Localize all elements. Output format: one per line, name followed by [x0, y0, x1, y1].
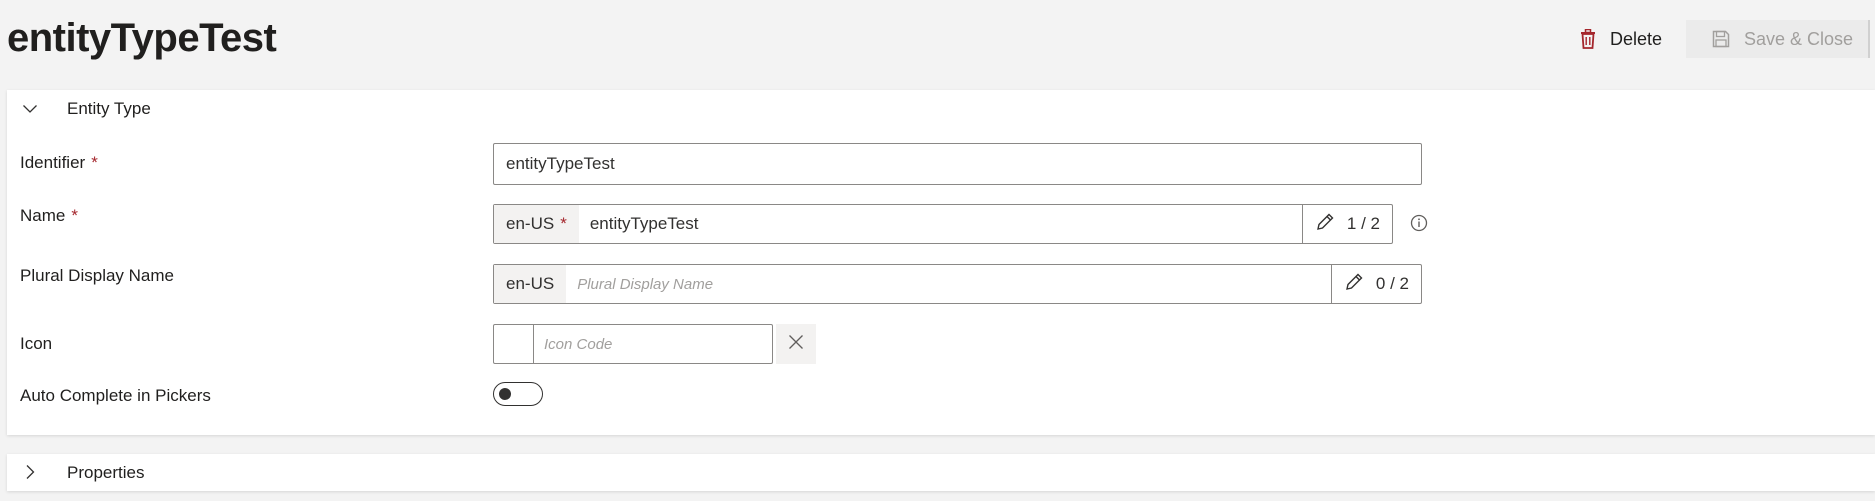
auto-complete-label-text: Auto Complete in Pickers [20, 386, 211, 405]
entity-type-card: Entity Type Identifier * entityTypeTest N… [7, 90, 1875, 435]
properties-section-title: Properties [67, 462, 145, 482]
icon-preview-swatch[interactable] [494, 325, 534, 363]
close-icon [788, 334, 804, 355]
icon-label: Icon [20, 334, 52, 354]
required-mark: * [71, 206, 78, 225]
name-translations-button[interactable]: 1 / 2 [1301, 205, 1392, 243]
plural-display-name-label: Plural Display Name [20, 266, 174, 286]
entity-type-section-header[interactable]: Entity Type [7, 90, 1875, 128]
identifier-label: Identifier * [20, 153, 98, 173]
name-translation-count: 1 / 2 [1346, 214, 1380, 233]
delete-button[interactable]: Delete [1580, 24, 1662, 54]
page-root: entityTypeTest Delete Save & Close Entit… [0, 0, 1875, 501]
name-input[interactable]: entityTypeTest [579, 205, 1302, 243]
icon-label-text: Icon [20, 334, 53, 353]
icon-code-input[interactable]: Icon Code [534, 325, 772, 363]
properties-section-header[interactable]: Properties [7, 454, 1875, 491]
plural-translations-button[interactable]: 0 / 2 [1330, 265, 1421, 303]
save-close-label: Save & Close [1744, 28, 1854, 49]
pencil-icon [1344, 272, 1364, 297]
pencil-icon [1315, 212, 1335, 237]
trash-icon [1580, 29, 1596, 49]
name-field: en-US * entityTypeTest 1 / 2 [493, 204, 1393, 244]
delete-label: Delete [1610, 28, 1663, 49]
chevron-right-icon [22, 464, 38, 480]
icon-clear-button[interactable] [776, 324, 816, 364]
identifier-value: entityTypeTest [506, 154, 615, 173]
floppy-disk-icon [1712, 30, 1730, 48]
required-mark: * [91, 153, 98, 172]
auto-complete-label: Auto Complete in Pickers [20, 386, 211, 406]
toggle-knob [499, 388, 511, 400]
plural-display-name-field: en-US Plural Display Name 0 / 2 [493, 264, 1422, 304]
required-mark: * [560, 214, 567, 233]
save-close-button[interactable]: Save & Close [1686, 20, 1870, 58]
name-label-text: Name [20, 206, 66, 225]
plural-display-name-placeholder: Plural Display Name [577, 275, 714, 293]
identifier-input[interactable]: entityTypeTest [493, 143, 1422, 185]
name-locale: en-US [506, 214, 555, 233]
plural-locale-prefix: en-US [494, 265, 567, 303]
info-icon[interactable] [1410, 214, 1428, 237]
icon-code-placeholder: Icon Code [544, 335, 613, 353]
plural-display-name-label-text: Plural Display Name [20, 266, 174, 285]
plural-locale: en-US [506, 274, 555, 293]
name-locale-prefix: en-US * [494, 205, 579, 243]
name-label: Name * [20, 206, 78, 226]
icon-picker: Icon Code [493, 324, 773, 364]
plural-display-name-input[interactable]: Plural Display Name [566, 265, 1331, 303]
page-title: entityTypeTest [7, 16, 277, 60]
entity-type-section-title: Entity Type [67, 99, 151, 118]
name-value: entityTypeTest [589, 214, 699, 233]
properties-card: Properties [7, 454, 1875, 491]
plural-translation-count: 0 / 2 [1375, 274, 1409, 293]
auto-complete-toggle[interactable] [493, 382, 543, 406]
chevron-down-icon [22, 101, 38, 117]
identifier-label-text: Identifier [20, 153, 86, 172]
